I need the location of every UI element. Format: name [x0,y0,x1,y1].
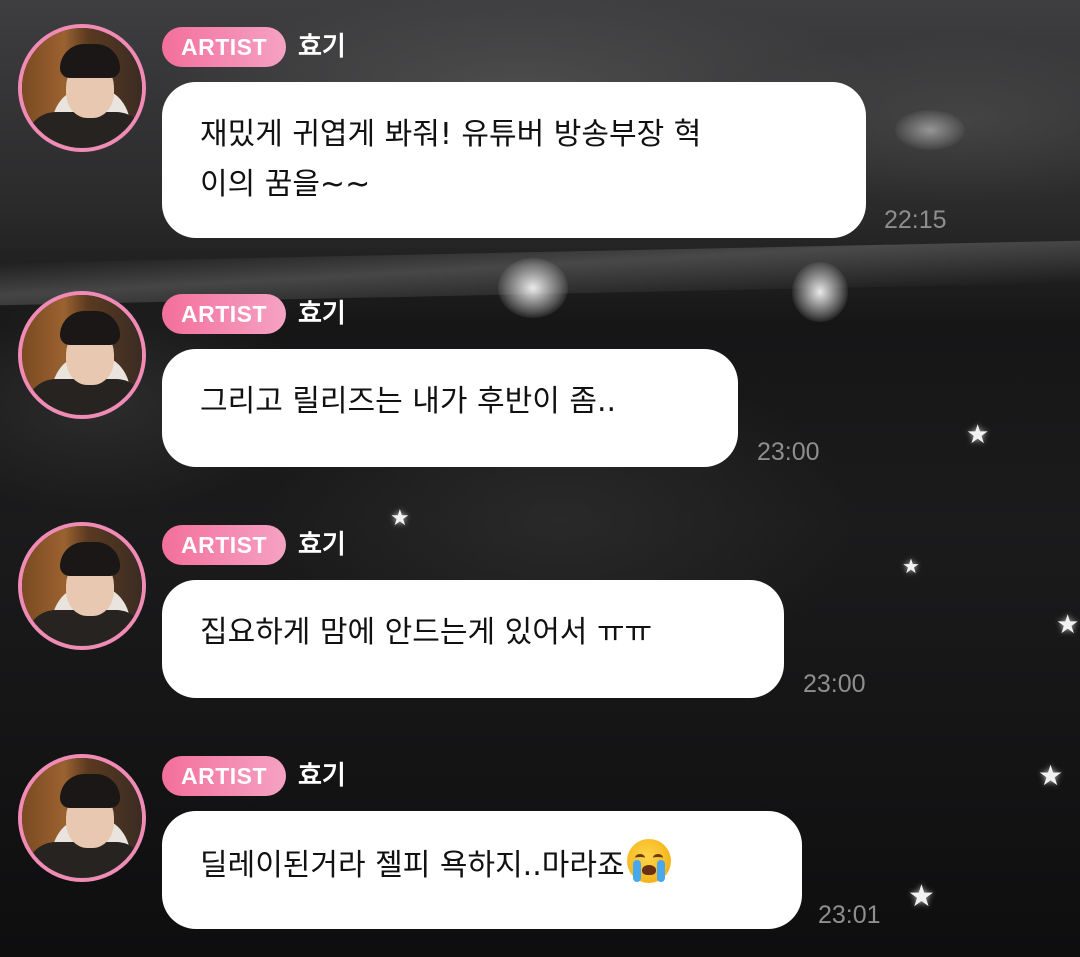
message-text-line: 이의 꿈을~~ [200,167,371,202]
message-text-line: 재밌게 귀엽게 봐줘! 유튜버 방송부장 혁 [200,117,702,152]
message-bubble[interactable]: 집요하게 맘에 안드는게 있어서 ㅠㅠ [162,580,784,698]
message-text-line: 그리고 릴리즈는 내가 후반이 좀.. [200,384,617,419]
artist-avatar[interactable] [18,754,146,882]
artist-avatar[interactable] [18,291,146,419]
artist-avatar[interactable] [18,522,146,650]
message-text-line: 딜레이된거라 젤피 욕하지..마라죠 [200,839,764,891]
sender-name: 효기 [298,32,346,62]
artist-badge: ARTIST [162,294,286,334]
message-bubble[interactable]: 그리고 릴리즈는 내가 후반이 좀.. [162,349,738,467]
background-light-3 [895,110,965,150]
star-decoration-1: ★ [966,420,990,450]
loudly-crying-face-icon [626,839,671,883]
sender-name: 효기 [298,761,346,791]
star-decoration-2: ★ [390,506,410,531]
star-decoration-5: ★ [1038,759,1064,792]
star-decoration-6: ★ [908,879,935,914]
message-timestamp: 23:01 [818,901,881,929]
star-decoration-3: ★ [902,554,920,578]
message-bubble[interactable]: 딜레이된거라 젤피 욕하지..마라죠 [162,811,802,929]
sender-name: 효기 [298,530,346,560]
message-timestamp: 22:15 [884,206,947,234]
message-text-line: 집요하게 맘에 안드는게 있어서 ㅠㅠ [200,615,653,650]
artist-avatar[interactable] [18,24,146,152]
message-bubble[interactable]: 재밌게 귀엽게 봐줘! 유튜버 방송부장 혁 이의 꿈을~~ [162,82,866,238]
message-text: 딜레이된거라 젤피 욕하지..마라죠 [200,848,625,883]
background-light-2 [792,262,848,322]
sender-name: 효기 [298,299,346,329]
artist-badge: ARTIST [162,525,286,565]
star-decoration-4: ★ [1056,610,1080,640]
message-timestamp: 23:00 [757,438,820,466]
message-timestamp: 23:00 [803,670,866,698]
background-light-1 [498,258,568,318]
artist-badge: ARTIST [162,756,286,796]
artist-badge: ARTIST [162,27,286,67]
